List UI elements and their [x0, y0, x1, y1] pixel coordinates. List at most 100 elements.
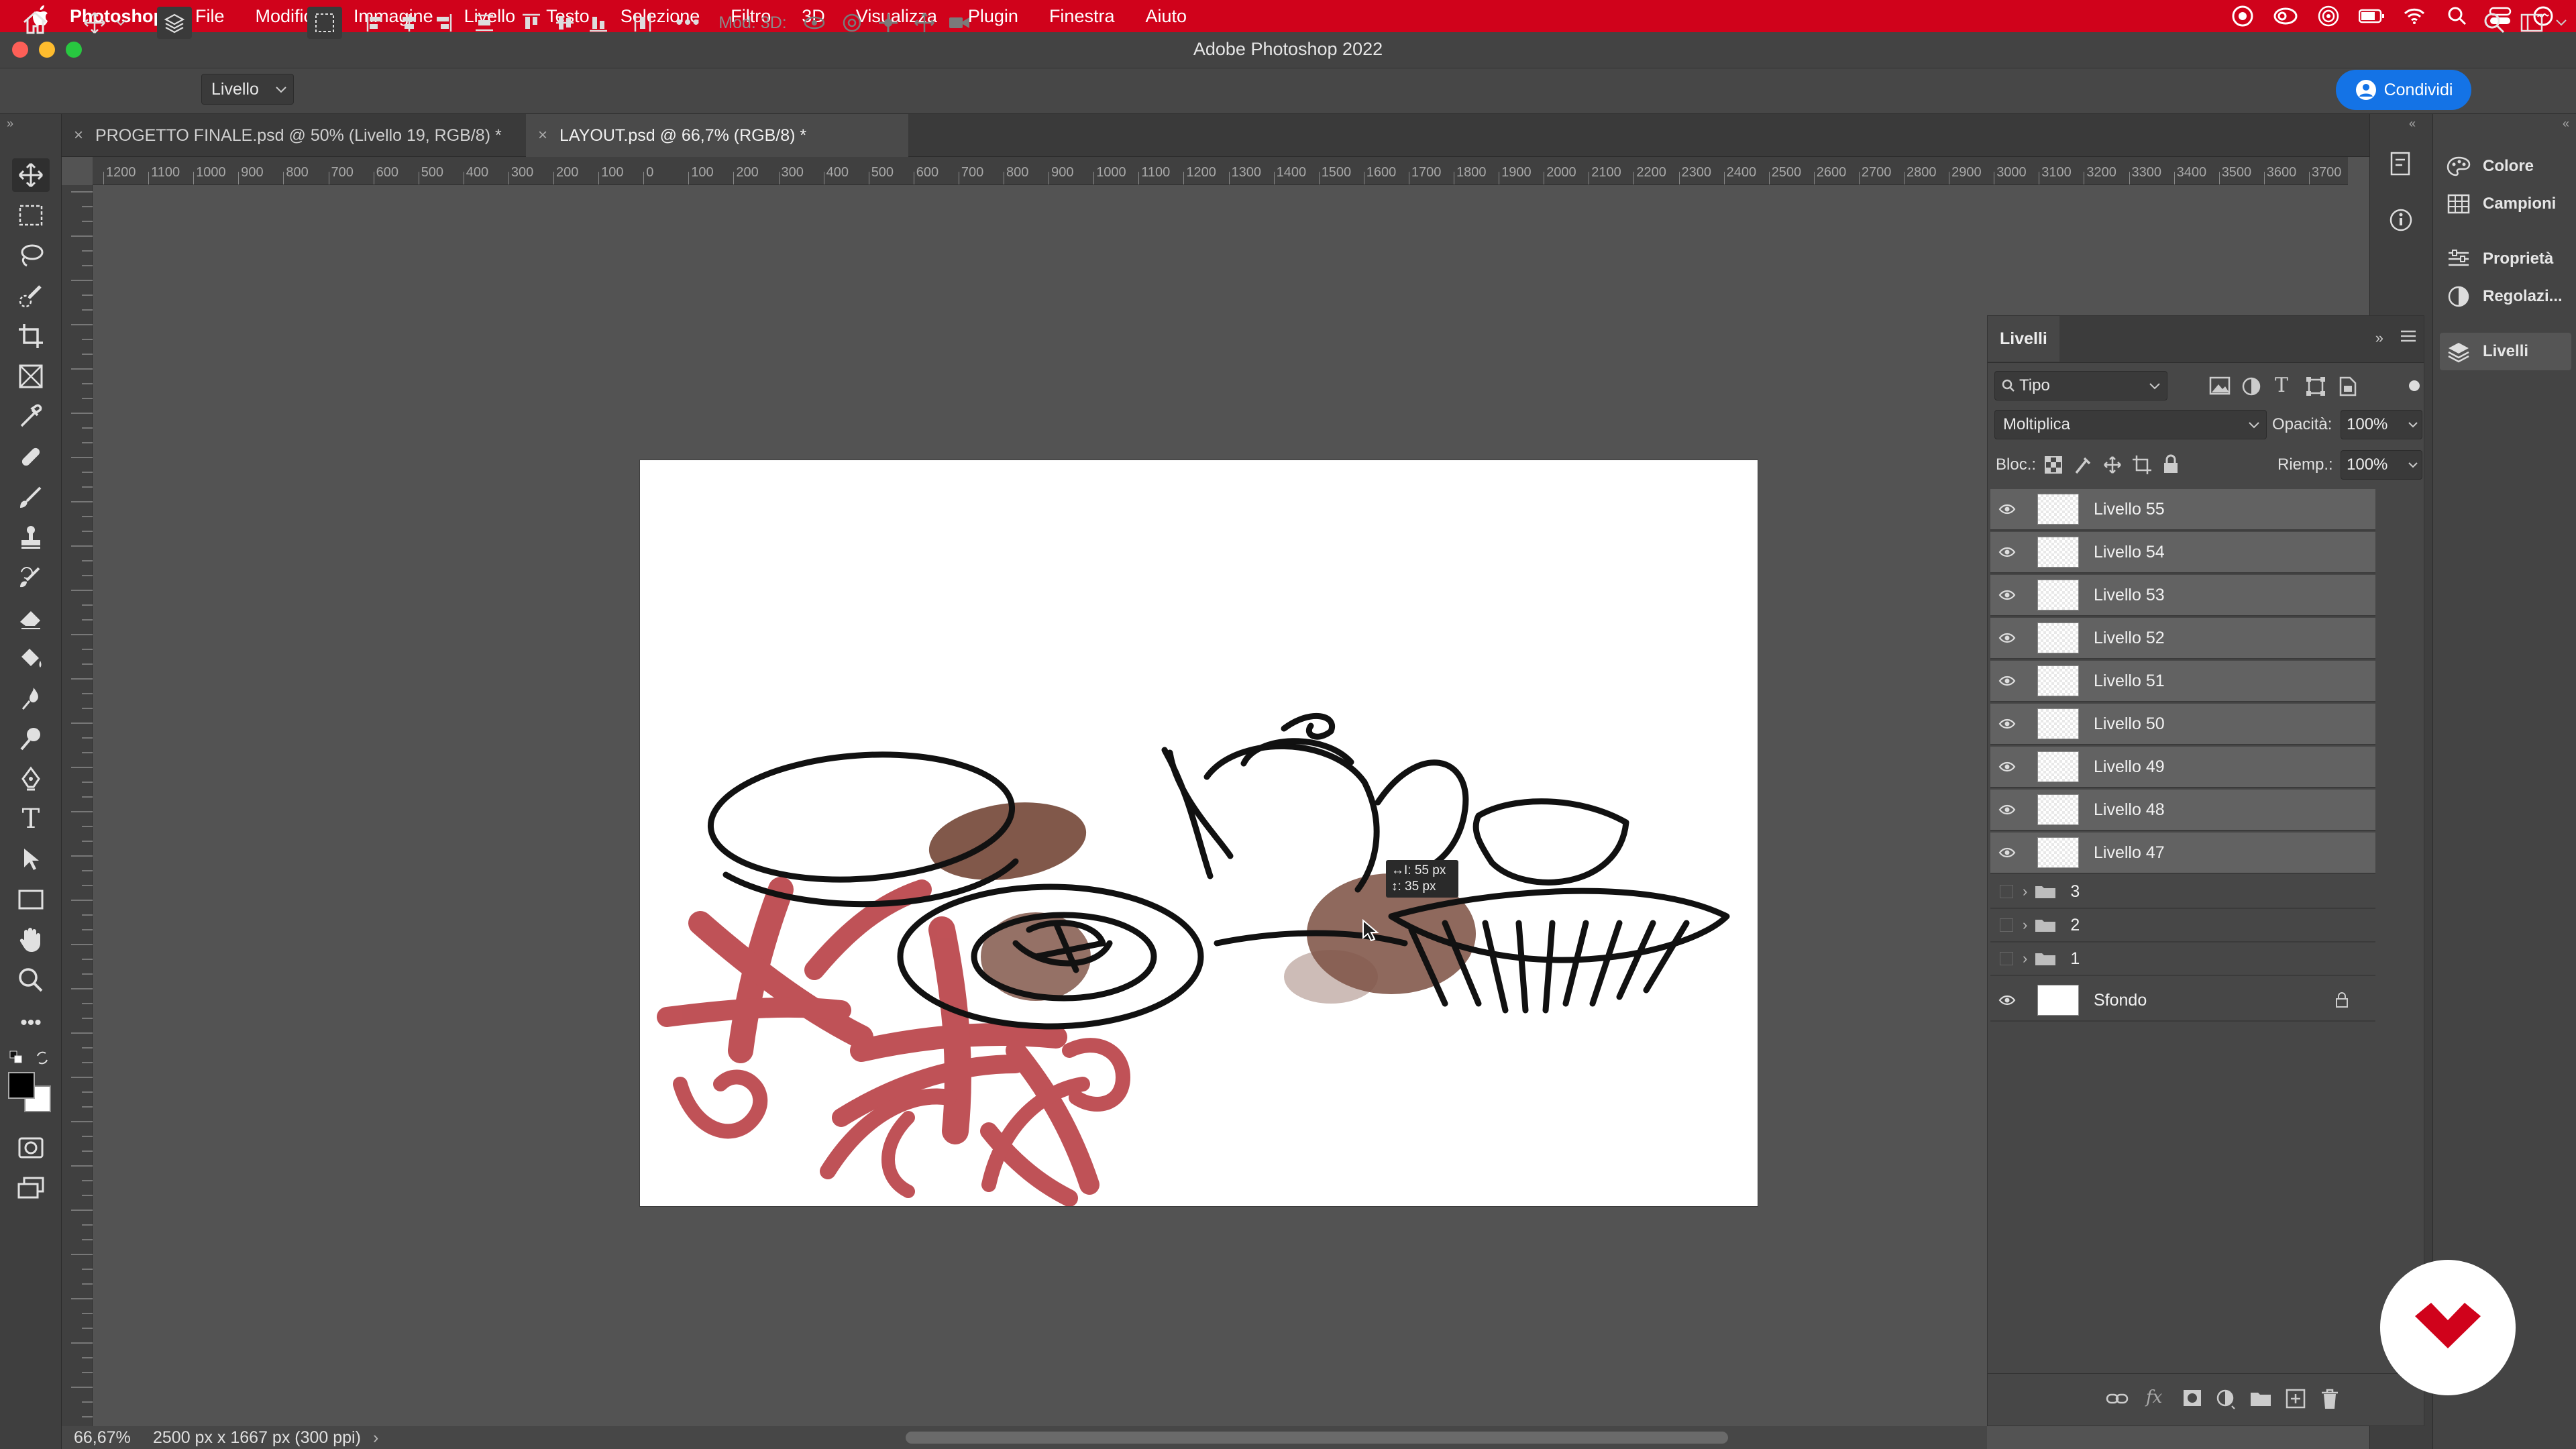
panel-expand-icon[interactable]: »: [2375, 329, 2383, 347]
filter-type-icon[interactable]: T: [2275, 374, 2288, 397]
layers-panel-title[interactable]: Livelli: [1988, 316, 2059, 362]
tab-progetto-finale[interactable]: × PROGETTO FINALE.psd @ 50% (Livello 19,…: [62, 114, 525, 157]
visibility-eye-icon[interactable]: [1990, 979, 2024, 1021]
clone-stamp-tool-icon[interactable]: [12, 521, 50, 554]
spotlight-search-icon[interactable]: [2445, 3, 2470, 29]
align-middle-icon[interactable]: [551, 7, 578, 39]
distribute-vertical-icon[interactable]: [629, 7, 656, 39]
collapse-panel-icon[interactable]: «: [2409, 117, 2416, 131]
auto-select-icon[interactable]: [157, 7, 192, 39]
expand-group-chevron-icon[interactable]: ›: [2023, 883, 2027, 900]
lock-artboard-icon[interactable]: [2133, 455, 2151, 478]
document-canvas[interactable]: [640, 460, 1758, 1206]
blend-mode-dropdown[interactable]: Moltiplica: [1994, 410, 2267, 439]
healing-brush-tool-icon[interactable]: [12, 440, 50, 474]
visibility-eye-icon[interactable]: [1990, 660, 2024, 702]
filter-type-dropdown[interactable]: Tipo: [1994, 371, 2167, 400]
dock-item-proprieta[interactable]: Proprietà: [2440, 240, 2571, 278]
layer-row[interactable]: Livello 49: [1990, 747, 2375, 788]
status-info-chevron-icon[interactable]: ›: [373, 1428, 378, 1448]
edit-toolbar-icon[interactable]: •••: [12, 1006, 50, 1040]
type-tool-icon[interactable]: T: [12, 802, 50, 836]
collapse-panel-icon[interactable]: »: [7, 117, 13, 131]
fill-input[interactable]: 100%: [2341, 450, 2422, 480]
zoom-level[interactable]: 66,67%: [74, 1428, 145, 1448]
new-group-icon[interactable]: [2249, 1389, 2272, 1411]
history-panel-icon[interactable]: [2387, 150, 2414, 180]
layer-row-background[interactable]: Sfondo: [1990, 980, 2375, 1022]
align-top-icon[interactable]: [518, 7, 545, 39]
vertical-ruler[interactable]: [62, 185, 93, 1426]
marquee-tool-icon[interactable]: [12, 199, 50, 232]
default-colors-icon[interactable]: [9, 1051, 24, 1069]
visibility-eye-icon[interactable]: [1990, 789, 2024, 830]
frame-tool-icon[interactable]: [12, 360, 50, 393]
lock-image-pixels-icon[interactable]: [2074, 455, 2092, 478]
visibility-toggle-empty[interactable]: [2000, 918, 2013, 932]
rectangle-tool-icon[interactable]: [12, 883, 50, 916]
visibility-eye-icon[interactable]: [1990, 531, 2024, 573]
airdrop-icon[interactable]: [2316, 3, 2341, 29]
layer-row[interactable]: Livello 53: [1990, 575, 2375, 616]
hand-tool-icon[interactable]: [12, 923, 50, 957]
foreground-color-swatch[interactable]: [8, 1072, 35, 1099]
visibility-eye-icon[interactable]: [1990, 832, 2024, 873]
screen-mode-icon[interactable]: [12, 1171, 50, 1205]
auto-select-dropdown[interactable]: Livello: [201, 74, 294, 105]
tool-preset-chevron-icon[interactable]: [113, 7, 129, 39]
filter-shape-icon[interactable]: [2306, 376, 2326, 400]
creative-cloud-icon[interactable]: [2273, 3, 2298, 29]
workspace-chevron-icon[interactable]: [2553, 7, 2569, 39]
info-panel-icon[interactable]: [2387, 207, 2414, 237]
record-icon[interactable]: [2230, 3, 2255, 29]
layer-group-row[interactable]: › 2: [1990, 909, 2375, 943]
layer-row[interactable]: Livello 48: [1990, 790, 2375, 831]
add-mask-icon[interactable]: [2182, 1389, 2202, 1411]
search-icon[interactable]: [2481, 7, 2508, 39]
workspace-icon[interactable]: [2517, 7, 2546, 39]
layer-row[interactable]: Livello 51: [1990, 661, 2375, 702]
slide-3d-icon[interactable]: [910, 7, 939, 39]
tab-layout[interactable]: × LAYOUT.psd @ 66,7% (RGB/8) *: [526, 114, 908, 157]
battery-icon[interactable]: [2359, 3, 2384, 29]
layer-row[interactable]: Livello 52: [1990, 618, 2375, 659]
wifi-icon[interactable]: [2402, 3, 2427, 29]
pen-tool-icon[interactable]: [12, 762, 50, 796]
align-bottom-icon[interactable]: [585, 7, 612, 39]
move-tool-icon[interactable]: [79, 7, 110, 39]
layer-group-row[interactable]: › 1: [1990, 943, 2375, 976]
layer-row[interactable]: Livello 47: [1990, 833, 2375, 874]
lock-all-icon[interactable]: [2162, 454, 2180, 478]
swap-colors-icon[interactable]: [35, 1051, 50, 1069]
link-layers-icon[interactable]: [2106, 1390, 2129, 1411]
visibility-eye-icon[interactable]: [1990, 617, 2024, 659]
move-tool-icon[interactable]: [12, 158, 50, 192]
path-selection-tool-icon[interactable]: [12, 843, 50, 876]
lock-transparent-icon[interactable]: [2044, 455, 2063, 478]
delete-layer-icon[interactable]: [2320, 1389, 2339, 1413]
filter-toggle[interactable]: [2409, 380, 2420, 391]
brush-tool-icon[interactable]: [12, 480, 50, 514]
eyedropper-tool-icon[interactable]: [12, 400, 50, 433]
menu-file[interactable]: File: [195, 6, 225, 27]
menu-finestra[interactable]: Finestra: [1049, 6, 1115, 27]
orbit-3d-icon[interactable]: [800, 7, 829, 39]
pan-3d-icon[interactable]: [873, 7, 903, 39]
visibility-eye-icon[interactable]: [1990, 746, 2024, 788]
more-options-icon[interactable]: •••: [674, 7, 703, 39]
horizontal-scrollbar[interactable]: [906, 1432, 1728, 1444]
blur-tool-icon[interactable]: [12, 682, 50, 715]
menu-plugin[interactable]: Plugin: [968, 6, 1018, 27]
align-center-icon[interactable]: [396, 7, 423, 39]
camera-3d-icon[interactable]: [945, 7, 974, 39]
home-icon[interactable]: [16, 7, 54, 39]
menu-aiuto[interactable]: Aiuto: [1145, 6, 1187, 27]
dock-item-colore[interactable]: Colore: [2440, 148, 2571, 185]
filter-adjustment-icon[interactable]: [2241, 376, 2261, 400]
zoom-tool-icon[interactable]: [12, 963, 50, 997]
horizontal-ruler[interactable]: 1200 1100 1000 900 800 700 600 500 400 300 200 100 0…: [93, 157, 2348, 185]
dodge-tool-icon[interactable]: [12, 722, 50, 755]
align-right-icon[interactable]: [429, 7, 456, 39]
transform-controls-icon[interactable]: [307, 7, 342, 39]
share-button[interactable]: Condividi: [2336, 70, 2471, 110]
